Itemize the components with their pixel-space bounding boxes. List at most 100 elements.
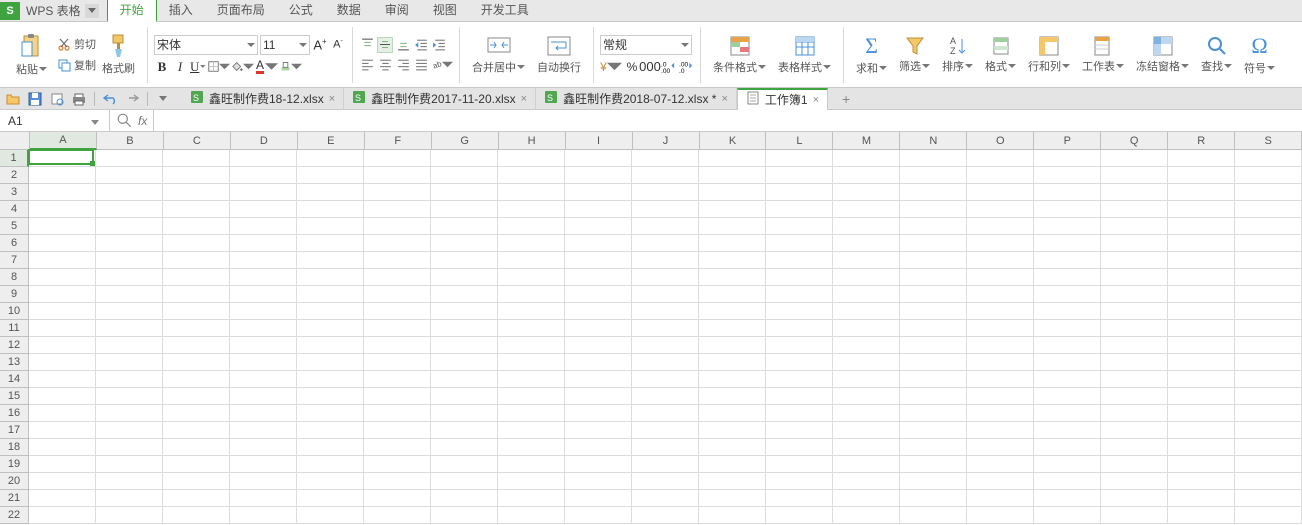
cell-G15[interactable] [431,388,498,405]
cell-K11[interactable] [699,320,766,337]
cell-F10[interactable] [364,303,431,320]
cell-L20[interactable] [766,473,833,490]
cell-P14[interactable] [1034,371,1101,388]
cell-D14[interactable] [230,371,297,388]
cell-I12[interactable] [565,337,632,354]
cell-H2[interactable] [498,167,565,184]
cell-O5[interactable] [967,218,1034,235]
cell-K10[interactable] [699,303,766,320]
cell-I18[interactable] [565,439,632,456]
format-button[interactable]: 格式 [979,26,1022,84]
cell-C13[interactable] [163,354,230,371]
cell-S6[interactable] [1235,235,1302,252]
cell-P17[interactable] [1034,422,1101,439]
cell-G14[interactable] [431,371,498,388]
cell-A13[interactable] [29,354,96,371]
row-head-2[interactable]: 2 [0,167,29,184]
cell-K14[interactable] [699,371,766,388]
cell-R22[interactable] [1168,507,1235,524]
cell-N19[interactable] [900,456,967,473]
row-head-21[interactable]: 21 [0,490,29,507]
undo-icon[interactable] [101,90,119,108]
cell-C20[interactable] [163,473,230,490]
cell-L6[interactable] [766,235,833,252]
col-head-M[interactable]: M [833,132,900,149]
cell-D4[interactable] [230,201,297,218]
cell-N13[interactable] [900,354,967,371]
cell-L14[interactable] [766,371,833,388]
cell-F21[interactable] [364,490,431,507]
col-head-O[interactable]: O [967,132,1034,149]
cell-O19[interactable] [967,456,1034,473]
close-tab-icon[interactable]: × [813,94,819,106]
cell-D19[interactable] [230,456,297,473]
cell-K3[interactable] [699,184,766,201]
cell-I6[interactable] [565,235,632,252]
close-tab-icon[interactable]: × [521,93,527,105]
cell-M7[interactable] [833,252,900,269]
cell-M12[interactable] [833,337,900,354]
cell-S7[interactable] [1235,252,1302,269]
tab-nav-dropdown[interactable] [154,90,172,108]
cell-D20[interactable] [230,473,297,490]
cell-D18[interactable] [230,439,297,456]
cell-J18[interactable] [632,439,699,456]
cell-D3[interactable] [230,184,297,201]
cell-F15[interactable] [364,388,431,405]
formula-bar-input[interactable] [154,110,1302,131]
cell-R3[interactable] [1168,184,1235,201]
cell-A16[interactable] [29,405,96,422]
menu-3[interactable]: 公式 [277,0,325,21]
copy-button[interactable]: 复制 [53,55,100,75]
cell-Q7[interactable] [1101,252,1168,269]
cell-D6[interactable] [230,235,297,252]
cell-S15[interactable] [1235,388,1302,405]
cell-L1[interactable] [766,150,833,167]
cell-Q22[interactable] [1101,507,1168,524]
cell-C3[interactable] [163,184,230,201]
cell-H13[interactable] [498,354,565,371]
cell-G20[interactable] [431,473,498,490]
cell-A10[interactable] [29,303,96,320]
row-head-19[interactable]: 19 [0,456,29,473]
fill-color-button[interactable] [232,59,254,75]
row-head-3[interactable]: 3 [0,184,29,201]
cell-G16[interactable] [431,405,498,422]
cell-C6[interactable] [163,235,230,252]
cell-O18[interactable] [967,439,1034,456]
cell-D15[interactable] [230,388,297,405]
cell-E12[interactable] [297,337,364,354]
cell-S20[interactable] [1235,473,1302,490]
cell-O13[interactable] [967,354,1034,371]
cell-G8[interactable] [431,269,498,286]
cell-H3[interactable] [498,184,565,201]
cell-J8[interactable] [632,269,699,286]
cell-D1[interactable] [230,150,297,167]
cell-F13[interactable] [364,354,431,371]
col-head-S[interactable]: S [1235,132,1302,149]
cell-N12[interactable] [900,337,967,354]
cell-I4[interactable] [565,201,632,218]
cell-B17[interactable] [96,422,163,439]
cell-Q19[interactable] [1101,456,1168,473]
cell-S13[interactable] [1235,354,1302,371]
cell-R18[interactable] [1168,439,1235,456]
cell-A1[interactable] [29,150,96,167]
cell-H9[interactable] [498,286,565,303]
cell-K6[interactable] [699,235,766,252]
row-head-12[interactable]: 12 [0,337,29,354]
cell-F3[interactable] [364,184,431,201]
cell-J22[interactable] [632,507,699,524]
cell-H1[interactable] [498,150,565,167]
cell-K8[interactable] [699,269,766,286]
cell-I7[interactable] [565,252,632,269]
cell-Q15[interactable] [1101,388,1168,405]
font-size-select[interactable]: 11 [260,35,310,55]
cell-S18[interactable] [1235,439,1302,456]
increase-decimal-button[interactable]: .0.00 [660,59,676,75]
paste-button[interactable]: 粘贴 [10,26,53,84]
cell-H14[interactable] [498,371,565,388]
align-middle-button[interactable] [377,37,393,53]
cell-C4[interactable] [163,201,230,218]
col-head-N[interactable]: N [900,132,967,149]
